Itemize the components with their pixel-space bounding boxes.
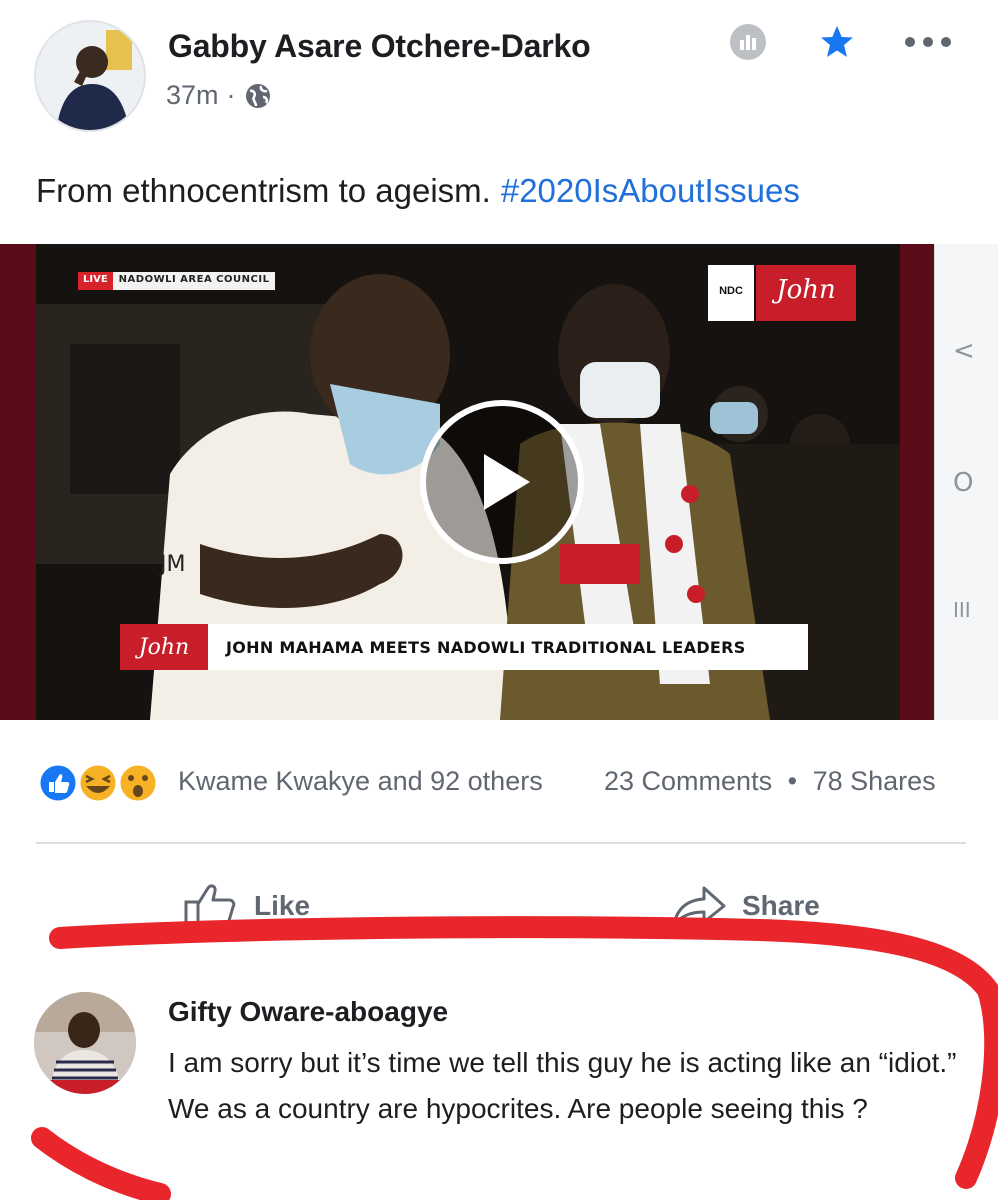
- lower-third-headline: JOHN MAHAMA MEETS NADOWLI TRADITIONAL LE…: [208, 624, 808, 670]
- engagement-counts: 23 Comments • 78 Shares: [604, 766, 936, 797]
- commenter-name[interactable]: Gifty Oware-aboagye: [168, 996, 448, 1028]
- news-lower-third: John JOHN MAHAMA MEETS NADOWLI TRADITION…: [120, 624, 808, 670]
- more-options-icon[interactable]: [898, 20, 958, 64]
- recent-apps-icon[interactable]: III: [953, 598, 971, 622]
- facebook-post: Gabby Asare Otchere-Darko 37m · From eth…: [0, 0, 998, 1200]
- share-arrow-icon: [672, 886, 726, 928]
- post-text: From ethnocentrism to ageism. #2020IsAbou…: [36, 172, 800, 210]
- back-chevron-icon[interactable]: <: [953, 336, 975, 366]
- lower-third-logo: John: [120, 624, 208, 670]
- ndc-logo: NDC: [708, 265, 754, 321]
- post-author-name[interactable]: Gabby Asare Otchere-Darko: [168, 28, 591, 65]
- shares-count[interactable]: 78 Shares: [813, 766, 936, 796]
- author-avatar[interactable]: [34, 20, 146, 132]
- reaction-icons[interactable]: [36, 760, 176, 806]
- share-button[interactable]: Share: [670, 876, 820, 936]
- hashtag-link[interactable]: #2020IsAboutIssues: [501, 172, 800, 209]
- post-caption: From ethnocentrism to ageism.: [36, 172, 491, 209]
- counts-separator: •: [787, 766, 798, 796]
- comment-text: I am sorry but it’s time we tell this gu…: [168, 1047, 957, 1124]
- share-label: Share: [742, 890, 820, 921]
- council-label: NADOWLI AREA COUNCIL: [112, 272, 276, 290]
- thumbs-up-icon: [184, 884, 236, 930]
- play-icon: [484, 454, 530, 510]
- post-time[interactable]: 37m: [166, 80, 219, 111]
- insights-icon[interactable]: [726, 20, 770, 64]
- reacted-by-text[interactable]: Kwame Kwakye and 92 others: [178, 766, 543, 797]
- star-icon[interactable]: [815, 20, 859, 64]
- globe-icon: [245, 83, 270, 108]
- commenter-avatar[interactable]: [34, 992, 136, 1094]
- actions-divider-top: [36, 842, 966, 844]
- campaign-logo: John: [756, 265, 856, 321]
- comments-count[interactable]: 23 Comments: [604, 766, 772, 796]
- like-label: Like: [254, 890, 311, 921]
- live-label: LIVE: [78, 272, 113, 290]
- side-nav-strip: < O III: [934, 244, 998, 720]
- home-circle-icon[interactable]: O: [953, 468, 973, 498]
- jacket-text: JM: [160, 552, 186, 577]
- like-button[interactable]: Like: [182, 876, 310, 936]
- post-meta: 37m ·: [166, 80, 272, 111]
- meta-separator: ·: [226, 80, 236, 110]
- live-badge: LIVE NADOWLI AREA COUNCIL: [78, 272, 276, 290]
- play-button[interactable]: [420, 400, 584, 564]
